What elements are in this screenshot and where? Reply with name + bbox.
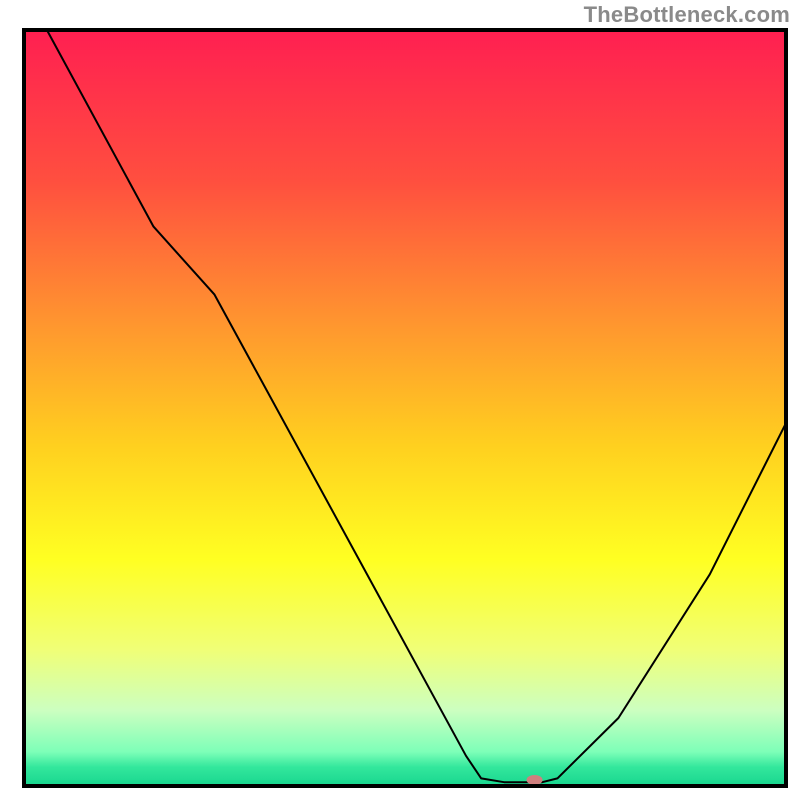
- optimal-marker: [527, 775, 543, 785]
- plot-background: [24, 30, 786, 786]
- chart-container: TheBottleneck.com: [0, 0, 800, 800]
- bottleneck-chart: [0, 0, 800, 800]
- watermark-text: TheBottleneck.com: [584, 2, 790, 28]
